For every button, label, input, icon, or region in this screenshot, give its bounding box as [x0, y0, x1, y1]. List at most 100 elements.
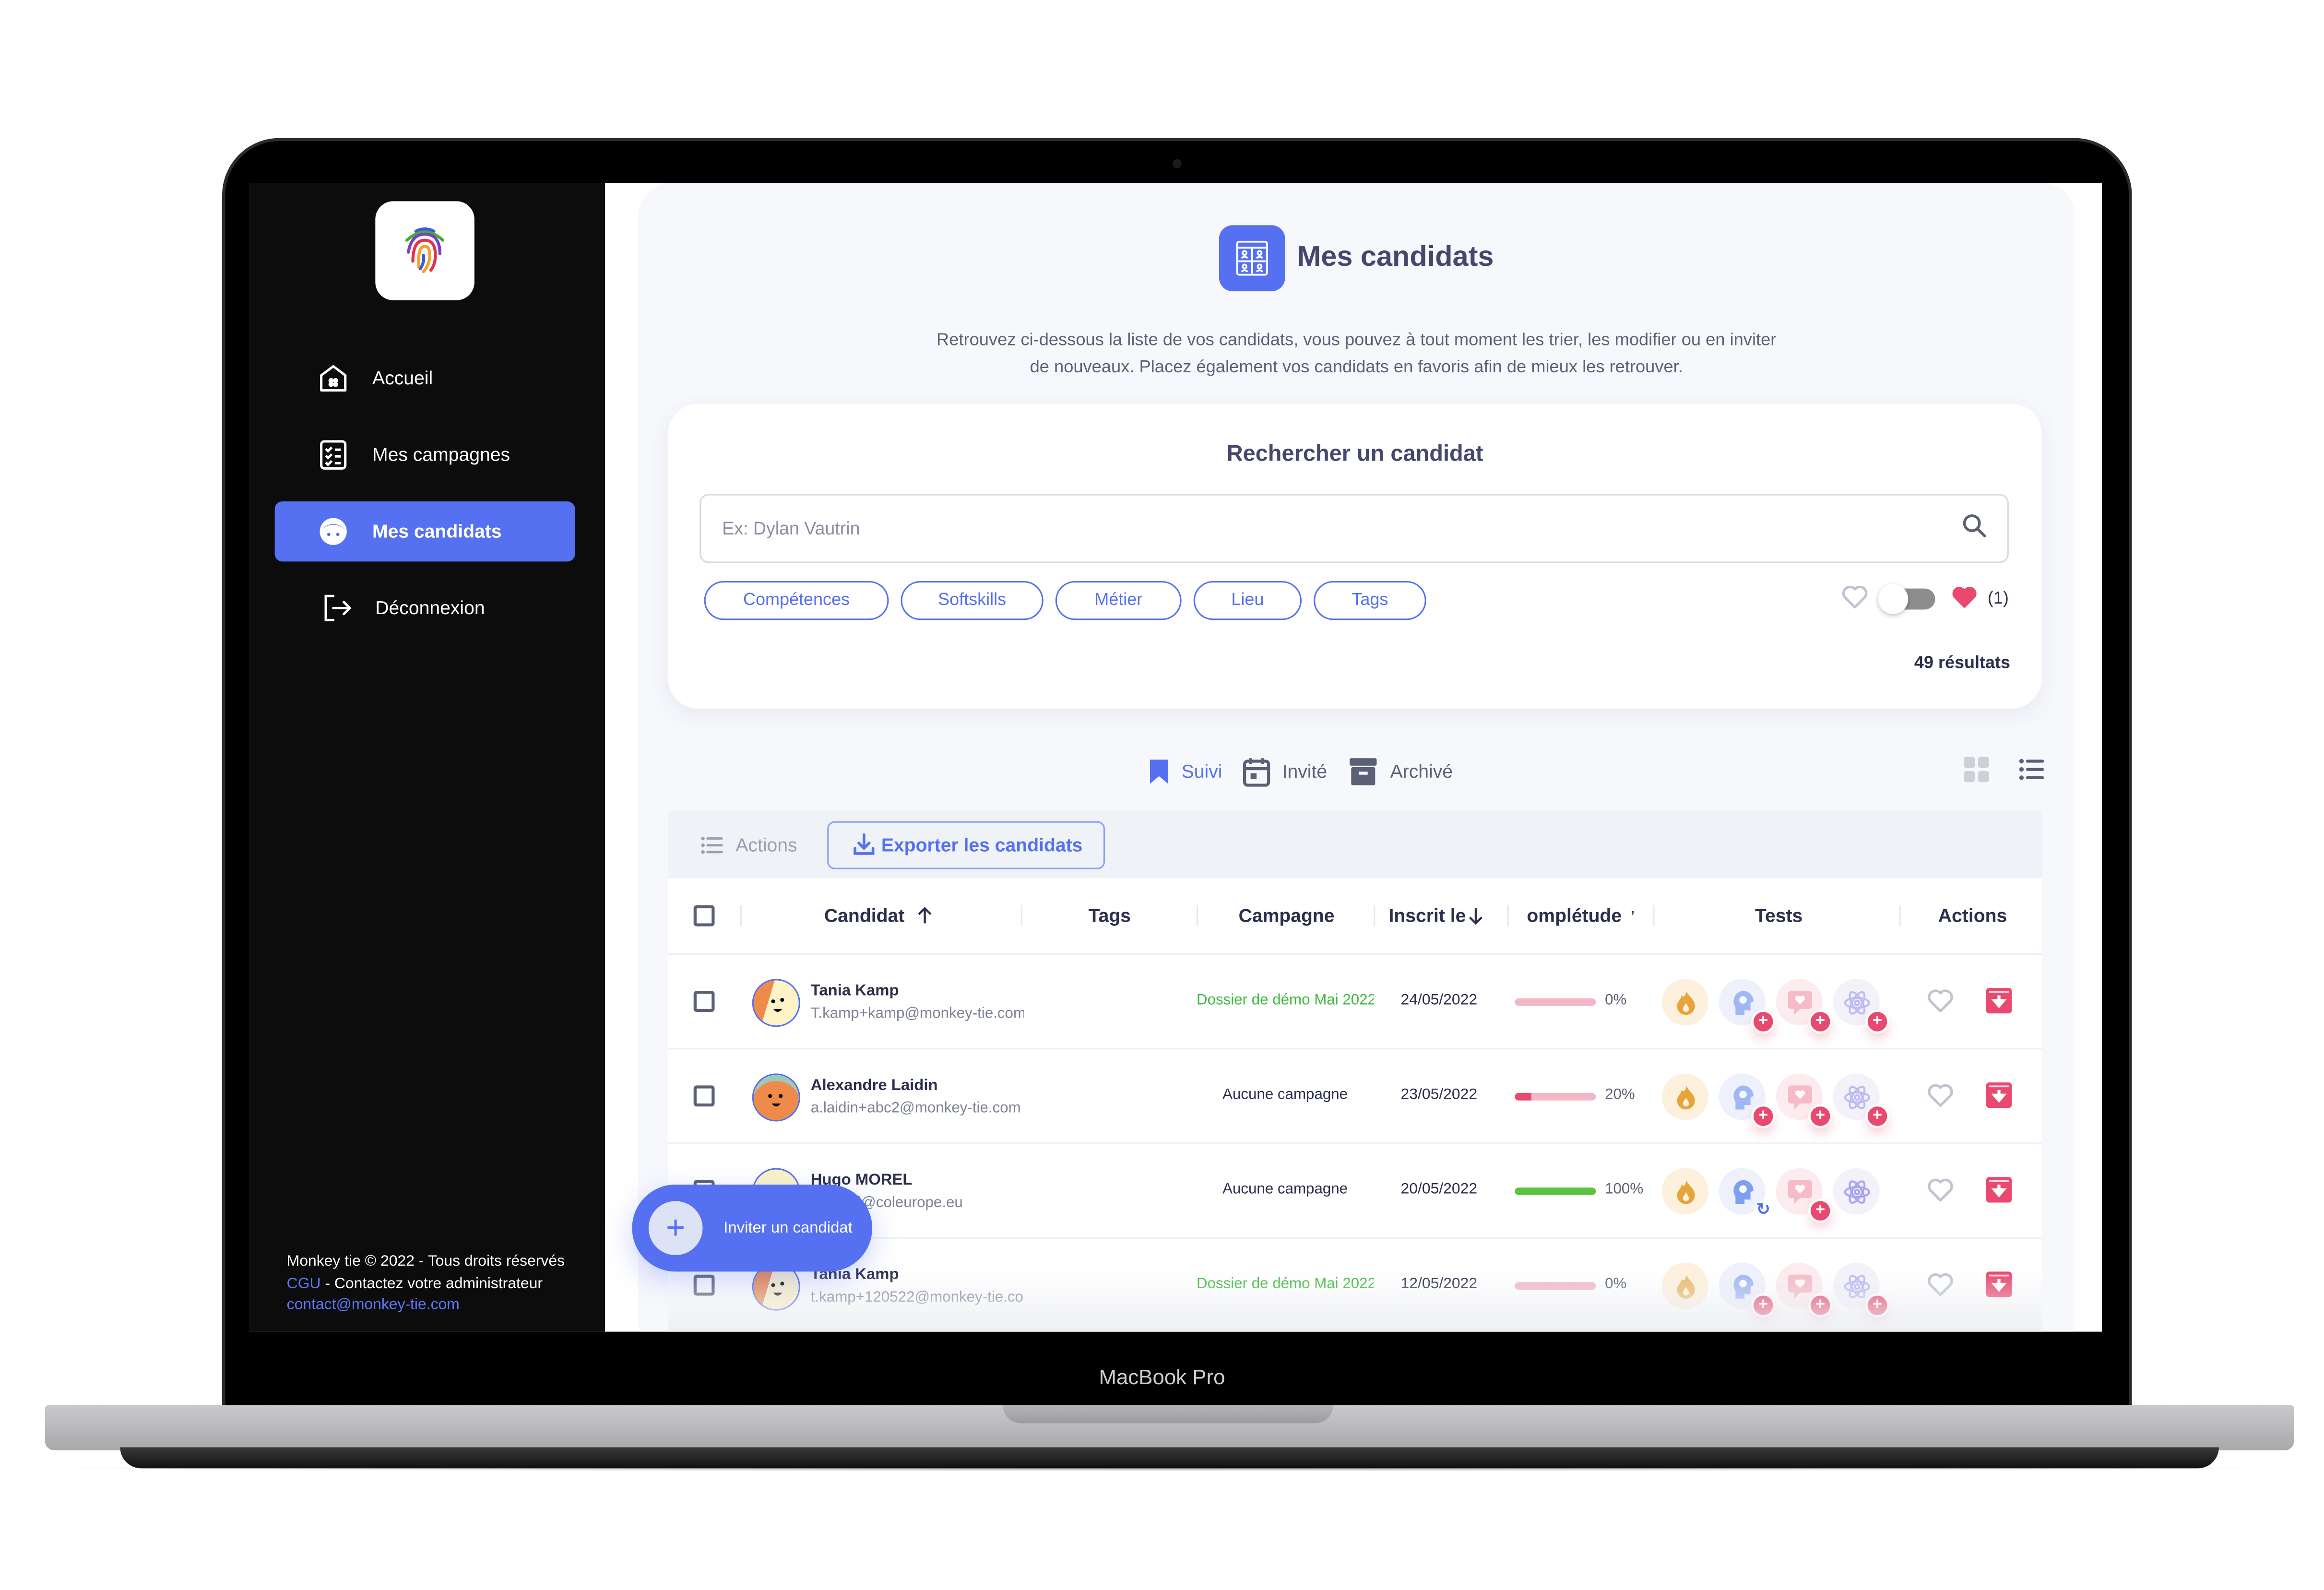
column-inscrit-le[interactable]: Inscrit le — [1389, 905, 1484, 926]
calendar-icon — [1243, 757, 1270, 787]
archive-candidate-icon[interactable] — [1986, 1177, 2012, 1203]
invite-label: Inviter un candidat — [723, 1219, 853, 1237]
favorite-heart-icon[interactable] — [1926, 1177, 1955, 1210]
softskills-test-icon[interactable]: + — [1776, 979, 1830, 1032]
column-candidat[interactable]: Candidat — [824, 905, 933, 926]
candidate-campaign: Dossier de démo Mai 2022 — [1196, 992, 1374, 1009]
column-label: omplétude — [1527, 905, 1622, 926]
sidebar-footer: Monkey tie © 2022 - Tous droits réservés… — [287, 1252, 565, 1317]
archive-candidate-icon[interactable] — [1986, 988, 2012, 1014]
row-checkbox[interactable] — [693, 991, 715, 1012]
registration-date: 24/05/2022 — [1400, 992, 1478, 1009]
personality-test-icon[interactable]: ↻ — [1719, 1168, 1773, 1221]
motivation-test-icon[interactable] — [1662, 1073, 1709, 1120]
add-test-badge-icon: + — [1867, 1106, 1887, 1126]
page-description: Retrouvez ci-dessous la liste de vos can… — [863, 327, 1850, 381]
sidebar-item-label: Mes candidats — [372, 521, 502, 542]
bookmark-icon — [1149, 758, 1170, 785]
checklist-icon — [315, 437, 351, 473]
table-header: Candidat Tags Campagne Inscrit le omplét… — [668, 878, 2042, 955]
invite-candidate-button[interactable]: + Inviter un candidat — [632, 1184, 873, 1272]
tab-label: Archivé — [1390, 761, 1453, 783]
sidebar-item-accueil[interactable]: Accueil — [275, 348, 575, 408]
sidebar-item-mes-candidats[interactable]: Mes candidats — [274, 501, 575, 562]
avatar — [752, 979, 800, 1027]
cognitive-test-icon[interactable] — [1833, 1168, 1880, 1215]
candidate-email: T.kamp+kamp@monkey-tie.com — [810, 1006, 1024, 1022]
candidate-name[interactable]: Alexandre Laidin — [811, 1077, 938, 1095]
grid-view-icon[interactable] — [1963, 757, 1990, 790]
select-all-checkbox[interactable] — [693, 905, 715, 926]
completion-percent: 0% — [1605, 992, 1627, 1009]
column-completude[interactable]: omplétude ʼ — [1527, 905, 1634, 926]
candidate-name[interactable]: Tania Kamp — [811, 982, 899, 1000]
column-label: Candidat — [824, 905, 905, 926]
results-count: 49 résultats — [1914, 654, 2010, 673]
bulk-actions-button[interactable]: Actions — [701, 834, 797, 855]
list-view-icon[interactable] — [2019, 758, 2045, 788]
completion-bar — [1515, 1093, 1596, 1101]
favorites-filter: (1) — [1840, 584, 2009, 614]
add-test-badge-icon: + — [1867, 1012, 1887, 1032]
page-title: Mes candidats — [1297, 241, 1494, 273]
add-test-badge-icon: + — [1810, 1012, 1830, 1032]
cgu-link[interactable]: CGU — [287, 1275, 321, 1292]
add-test-badge-icon: + — [1753, 1106, 1773, 1126]
export-candidates-button[interactable]: Exporter les candidats — [827, 820, 1105, 869]
filter-tags[interactable]: Tags — [1314, 581, 1426, 620]
fingerprint-logo-icon[interactable] — [375, 201, 474, 300]
search-input[interactable] — [719, 516, 1962, 541]
column-campagne[interactable]: Campagne — [1239, 905, 1335, 926]
motivation-test-icon[interactable] — [1662, 979, 1709, 1026]
candidate-campaign: Aucune campagne — [1222, 1087, 1348, 1104]
softskills-test-icon[interactable]: + — [1776, 1168, 1830, 1221]
column-actions: Actions — [1938, 905, 2007, 926]
search-title: Rechercher un candidat — [1226, 441, 1483, 467]
column-tests[interactable]: Tests — [1755, 905, 1802, 926]
completion-bar — [1515, 1187, 1596, 1195]
filter-metier[interactable]: Métier — [1055, 581, 1182, 620]
avatar — [752, 1073, 800, 1122]
search-icon[interactable] — [1962, 513, 1986, 545]
actions-label: Actions — [735, 834, 797, 855]
favorites-count: (1) — [1987, 590, 2009, 608]
table-row[interactable]: Tania Kamp T.kamp+kamp@monkey-tie.com Doss… — [668, 955, 2042, 1050]
column-tags[interactable]: Tags — [1089, 905, 1131, 926]
search-field[interactable] — [700, 494, 2009, 563]
column-label: Inscrit le — [1388, 905, 1466, 926]
table-row[interactable]: Hugo MOREL h.morel@coleurope.eu Aucune cam… — [668, 1144, 2042, 1239]
favorite-heart-icon[interactable] — [1926, 988, 1955, 1021]
search-card: Rechercher un candidat Compétences Softs… — [668, 403, 2042, 709]
filter-softskills[interactable]: Softskills — [901, 581, 1043, 620]
cognitive-test-icon[interactable]: + — [1833, 979, 1887, 1032]
filter-competences[interactable]: Compétences — [704, 581, 889, 620]
sidebar-item-label: Mes campagnes — [372, 444, 510, 466]
camera — [1172, 159, 1182, 168]
candidate-campaign: Aucune campagne — [1222, 1181, 1348, 1198]
archive-candidate-icon[interactable] — [1986, 1082, 2012, 1108]
favorite-heart-icon[interactable] — [1926, 1082, 1955, 1115]
tab-archive[interactable]: Archivé — [1348, 748, 1453, 795]
device-label: MacBook Pro — [1099, 1365, 1225, 1389]
personality-test-icon[interactable]: + — [1719, 1073, 1773, 1126]
sidebar-item-mes-campagnes[interactable]: Mes campagnes — [275, 425, 575, 485]
favorites-toggle[interactable] — [1878, 584, 1935, 614]
column-label: Actions — [1938, 905, 2007, 926]
scroll-fade — [668, 1271, 2042, 1332]
sidebar-item-deconnexion[interactable]: Déconnexion — [275, 578, 575, 638]
personality-test-icon[interactable]: + — [1719, 979, 1773, 1032]
status-tabs: Suivi Invité Archivé — [1121, 748, 1453, 817]
contact-email-link[interactable]: contact@monkey-tie.com — [287, 1295, 565, 1317]
cognitive-test-icon[interactable]: + — [1833, 1073, 1887, 1126]
sidebar: Accueil Mes campagnes Mes candidats Déco… — [249, 183, 605, 1332]
row-checkbox[interactable] — [693, 1085, 715, 1107]
registration-date: 20/05/2022 — [1400, 1181, 1478, 1198]
filter-lieu[interactable]: Lieu — [1193, 581, 1302, 620]
list-icon — [701, 835, 723, 854]
motivation-test-icon[interactable] — [1662, 1168, 1709, 1215]
table-row[interactable]: Alexandre Laidin a.laidin+abc2@monkey-tie… — [668, 1049, 2042, 1144]
tab-suivi[interactable]: Suivi — [1121, 748, 1262, 817]
logout-icon — [320, 590, 356, 626]
softskills-test-icon[interactable]: + — [1776, 1073, 1830, 1126]
tab-invite[interactable]: Invité — [1243, 748, 1327, 795]
